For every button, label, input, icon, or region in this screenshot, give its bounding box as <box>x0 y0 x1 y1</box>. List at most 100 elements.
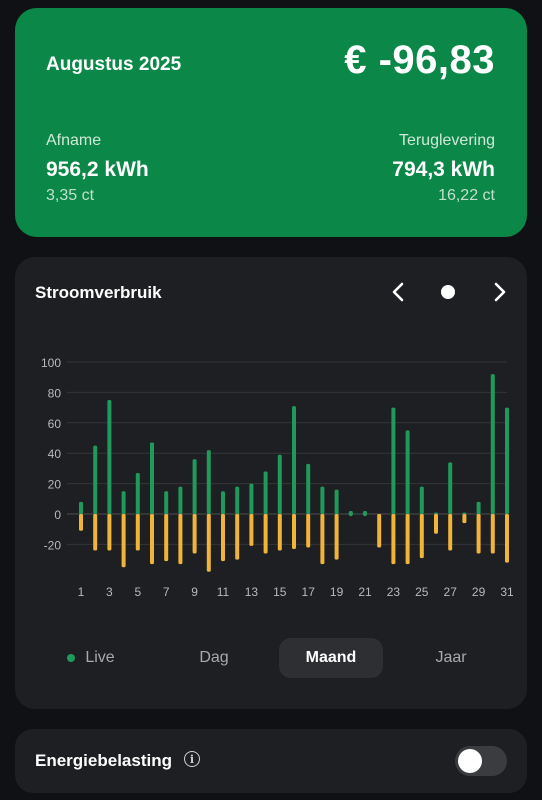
consumption-bar <box>121 491 126 514</box>
afname-value: 956,2 kWh <box>46 158 149 181</box>
y-tick-label: -20 <box>44 538 62 552</box>
return-bar <box>277 514 282 551</box>
x-tick-label: 23 <box>387 585 401 599</box>
return-bar <box>306 514 311 548</box>
return-bar <box>192 514 197 554</box>
x-tick-label: 9 <box>191 585 198 599</box>
consumption-bar <box>505 407 509 514</box>
teruglevering-value: 794,3 kWh <box>392 158 495 181</box>
return-bar <box>79 514 83 531</box>
return-bar <box>462 514 467 524</box>
return-bar <box>107 514 112 551</box>
consumption-bar <box>150 442 154 514</box>
x-tick-label: 27 <box>444 585 458 599</box>
consumption-bar <box>419 486 424 514</box>
x-tick-label: 21 <box>358 585 372 599</box>
consumption-bar <box>434 512 438 514</box>
return-bar <box>490 514 495 554</box>
return-bar <box>164 514 169 562</box>
consumption-dot <box>362 511 368 517</box>
info-icon[interactable]: i <box>184 751 200 767</box>
usage-chart-card: Stroomverbruik 100 80 60 40 20 0 -20 1 3 5 7 9 11 13 1… <box>15 257 527 709</box>
return-bar <box>419 514 424 559</box>
tab-live[interactable]: Live <box>39 638 143 678</box>
return-bar <box>476 514 481 554</box>
return-bar <box>505 514 509 563</box>
y-tick-label: 20 <box>48 478 62 492</box>
teruglevering-price: 16,22 ct <box>438 187 495 204</box>
consumption-bar <box>306 463 311 514</box>
consumption-dot <box>348 511 353 517</box>
x-tick-label: 29 <box>472 585 486 599</box>
return-bar <box>221 514 225 562</box>
x-tick-label: 19 <box>330 585 344 599</box>
afname-price: 3,35 ct <box>46 187 95 204</box>
consumption-bar <box>405 430 410 514</box>
consumption-bar <box>235 486 240 514</box>
consumption-bar <box>320 486 325 514</box>
period-selector: Live Dag Maand Jaar <box>35 635 507 681</box>
return-bar <box>135 514 140 551</box>
return-bar <box>263 514 268 554</box>
return-bar <box>249 514 254 546</box>
y-tick-label: 80 <box>48 386 62 400</box>
return-bar <box>405 514 410 565</box>
tab-jaar-label: Jaar <box>435 649 467 666</box>
x-tick-label: 15 <box>273 585 287 599</box>
x-tick-label: 5 <box>134 585 141 599</box>
return-bar <box>93 514 98 551</box>
consumption-bar <box>263 471 268 514</box>
tab-dag-label: Dag <box>199 649 229 666</box>
consumption-bar <box>79 501 83 514</box>
return-bar <box>150 514 154 565</box>
return-bar <box>377 514 382 548</box>
tab-live-label: Live <box>85 649 115 666</box>
x-tick-label: 31 <box>500 585 514 599</box>
energy-tax-toggle[interactable] <box>455 746 507 776</box>
return-bar <box>206 514 211 572</box>
consumption-bar <box>206 450 211 514</box>
return-bar <box>391 514 396 565</box>
y-tick-label: 0 <box>54 508 61 522</box>
month-summary-card: Augustus 2025 € -96,83 Afname 956,2 kWh … <box>15 8 527 237</box>
consumption-bar <box>107 400 112 514</box>
return-bar <box>434 514 438 534</box>
consumption-bar <box>178 486 183 514</box>
tab-jaar[interactable]: Jaar <box>399 638 503 678</box>
consumption-bar <box>462 512 467 514</box>
total-amount: € -96,83 <box>344 38 495 82</box>
teruglevering-label: Teruglevering <box>398 132 495 149</box>
consumption-bar <box>93 445 98 514</box>
return-bar <box>320 514 325 565</box>
consumption-bar <box>164 491 169 514</box>
tab-maand[interactable]: Maand <box>279 638 383 678</box>
toggle-knob <box>458 749 482 773</box>
return-bar <box>334 514 339 560</box>
consumption-bar <box>221 491 225 514</box>
consumption-bar <box>391 407 396 514</box>
y-tick-label: 100 <box>41 356 61 370</box>
y-tick-label: 40 <box>48 447 62 461</box>
return-bar <box>178 514 183 565</box>
month-label: Augustus 2025 <box>46 54 182 75</box>
return-bar <box>121 514 126 568</box>
tab-maand-label: Maand <box>305 649 357 666</box>
consumption-bar <box>448 462 453 514</box>
x-tick-label: 7 <box>163 585 170 599</box>
consumption-bar <box>249 483 254 514</box>
consumption-bar <box>292 406 296 514</box>
tab-dag[interactable]: Dag <box>162 638 266 678</box>
consumption-bar <box>277 454 282 514</box>
usage-bar-chart: 100806040200-201 3 5 7 9 11 13 15 17 19 21 23 25 27 29… <box>41 356 514 599</box>
consumption-bar <box>192 459 197 514</box>
consumption-bar <box>135 472 140 514</box>
energy-tax-label: Energiebelasting <box>35 751 172 770</box>
x-tick-label: 17 <box>302 585 316 599</box>
consumption-bar <box>490 374 495 514</box>
consumption-bar <box>476 501 481 514</box>
consumption-bar <box>334 489 339 514</box>
y-tick-label: 60 <box>48 417 62 431</box>
x-tick-label: 25 <box>415 585 429 599</box>
return-bar <box>235 514 240 560</box>
return-bar <box>292 514 296 549</box>
